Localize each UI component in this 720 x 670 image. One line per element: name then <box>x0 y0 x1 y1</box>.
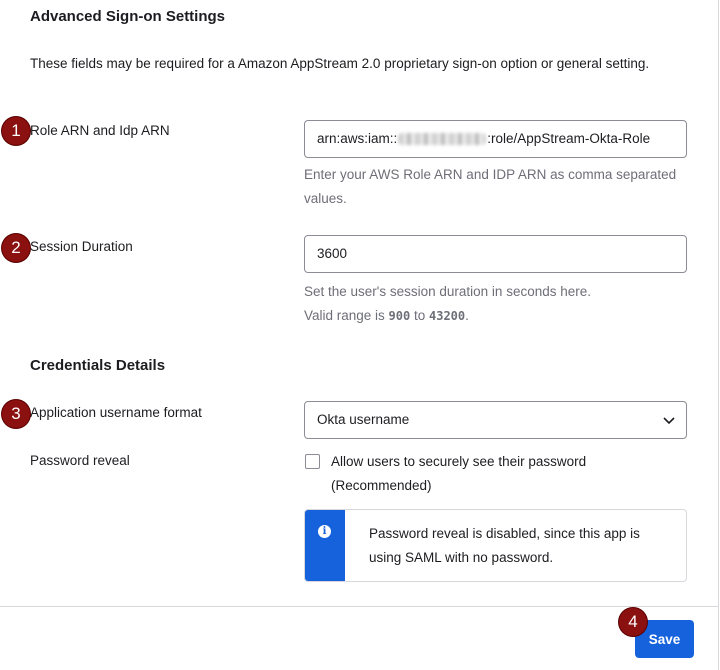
username-format-value: Okta username <box>317 412 410 427</box>
role-arn-label: Role ARN and Idp ARN <box>30 123 170 138</box>
session-duration-input[interactable]: 3600 <box>304 235 687 273</box>
annotation-marker-3: 3 <box>2 400 30 428</box>
credentials-details-title: Credentials Details <box>30 357 166 374</box>
advanced-settings-title: Advanced Sign-on Settings <box>30 8 226 25</box>
password-reveal-checkbox[interactable] <box>305 454 320 469</box>
annotation-marker-1: 1 <box>2 117 30 145</box>
range-min: 900 <box>388 309 411 323</box>
session-duration-hint-line1: Set the user's session duration in secon… <box>304 284 591 299</box>
info-icon: i <box>318 525 331 538</box>
chevron-down-icon <box>663 417 675 425</box>
footer-divider <box>0 606 719 607</box>
password-reveal-checkbox-label[interactable]: Allow users to securely see their passwo… <box>331 450 661 498</box>
callout-message: Password reveal is disabled, since this … <box>369 526 640 565</box>
role-arn-hint: Enter your AWS Role ARN and IDP ARN as c… <box>304 167 677 206</box>
session-duration-label: Session Duration <box>30 239 133 254</box>
redacted-account-id <box>398 133 487 146</box>
advanced-settings-description: These fields may be required for a Amazo… <box>30 56 650 71</box>
role-arn-input[interactable]: arn:aws:iam:::role/AppStream-Okta-Role <box>304 120 687 158</box>
settings-panel: Advanced Sign-on Settings These fields m… <box>0 0 719 670</box>
range-max: 43200 <box>429 309 466 323</box>
role-arn-value-suffix: :role/AppStream-Okta-Role <box>487 131 651 146</box>
username-format-select[interactable]: Okta username <box>304 401 687 439</box>
role-arn-value-prefix: arn:aws:iam:: <box>317 131 398 146</box>
callout-accent-bar <box>305 510 345 581</box>
session-duration-hint-line2: Valid range is 900 to 43200. <box>304 308 469 323</box>
password-reveal-label: Password reveal <box>30 453 130 468</box>
annotation-marker-2: 2 <box>2 234 30 262</box>
annotation-marker-4: 4 <box>619 608 647 636</box>
username-format-label: Application username format <box>30 405 202 420</box>
password-reveal-callout: i Password reveal is disabled, since thi… <box>304 509 687 582</box>
session-duration-hint: Set the user's session duration in secon… <box>304 280 684 328</box>
